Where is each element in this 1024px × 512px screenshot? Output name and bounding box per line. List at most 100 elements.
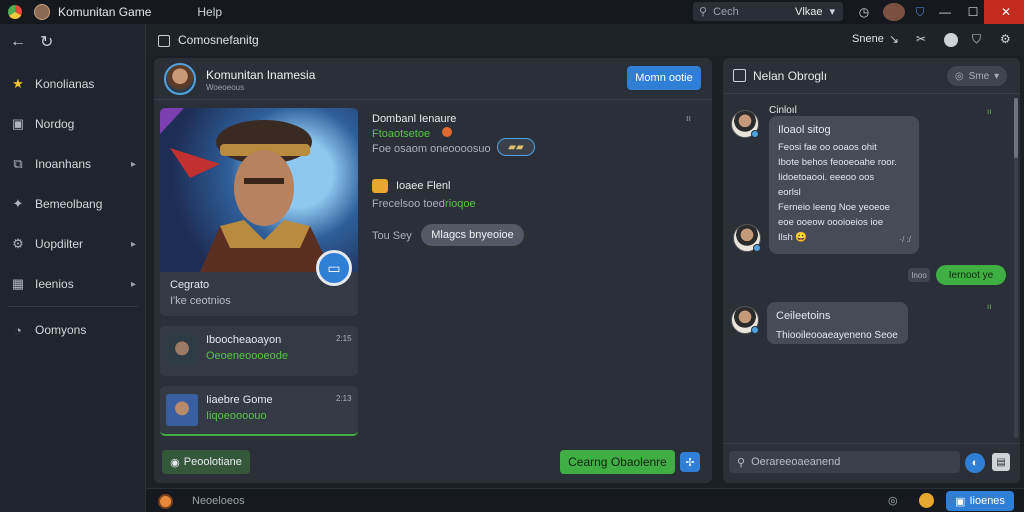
online-indicator <box>751 130 759 138</box>
search-input[interactable]: ⚲ Cech Vlkae ▾ <box>693 2 843 21</box>
app-title: Komunitan Game <box>58 5 152 19</box>
info-detail: Foe osaom oneoooosuo <box>372 143 491 155</box>
chat-panel: Nelan Obroglı ◎ Sme ▾ Cinloıl ıı Iloaol … <box>723 58 1020 483</box>
chevron-right-icon: ▸ <box>130 278 136 290</box>
sidebar-item-label: Oomyons <box>35 323 87 337</box>
chat-window-icon[interactable] <box>733 69 746 82</box>
main-panel: Komunitan Inamesia Woeoeous Momn ootie ▭… <box>154 58 712 483</box>
group-name: Komunitan Inamesia <box>206 68 316 82</box>
sidebar-item-label: Bemeolbang <box>35 197 103 211</box>
collapse-icon[interactable]: ↘ <box>889 32 899 46</box>
pin-icon: ✦ <box>12 196 24 211</box>
grid-icon: ▦ <box>11 276 25 291</box>
filter-button[interactable]: ◉ Peoolotiane <box>162 450 250 474</box>
message-time: ıı <box>987 107 992 116</box>
message-bubble[interactable]: Iloaol sitog Feosi fae oo ooaos ohit Ibo… <box>769 116 919 254</box>
maximize-icon[interactable]: ☐ <box>964 3 982 21</box>
message-line: Ibote behos feooeoahe roor. <box>778 157 897 168</box>
list-item-time: 2:13 <box>336 394 352 403</box>
group-header: Komunitan Inamesia Woeoeous Momn ootie <box>154 58 712 100</box>
message-line: eorlsl <box>778 187 801 198</box>
search-icon: ◎ <box>954 70 964 82</box>
title-bar: Komunitan Game Help ⚲ Cech Vlkae ▾ ◷ ⛉ —… <box>0 0 1024 24</box>
sidebar-item-uopdilter[interactable]: ⚙ Uopdilter ▸ <box>0 230 146 258</box>
online-indicator <box>753 244 761 252</box>
circle-icon: ◉ <box>170 456 180 469</box>
chevron-down-icon[interactable]: ▾ <box>829 5 835 18</box>
minimize-icon[interactable]: — <box>936 3 954 21</box>
attach-icon[interactable]: ▤ <box>992 453 1010 471</box>
menu-help[interactable]: Help <box>197 5 222 19</box>
group-action-button[interactable]: Momn ootie <box>627 66 701 90</box>
message-line: Feosi fae oo ooaos ohit <box>778 142 877 153</box>
trophy-icon <box>372 179 388 193</box>
tools-icon[interactable]: ✂ <box>916 32 926 46</box>
shield-outline-icon[interactable]: ⛉ <box>972 32 981 47</box>
sidebar-item-oomyons[interactable]: ◔ Oomyons <box>0 316 146 344</box>
header-count: ıı <box>686 113 692 123</box>
list-item[interactable]: Iboocheaoayon Oeoeneoooeode 2:15 <box>160 326 358 376</box>
status-icon[interactable] <box>944 33 958 47</box>
image-icon: ▣ <box>11 116 25 131</box>
clock-icon[interactable]: ◷ <box>855 3 873 21</box>
chat-icon: ◔ <box>14 322 22 338</box>
featured-subtitle: I'ke ceotnios <box>170 295 231 307</box>
sidebar-item-label: Inoanhans <box>35 157 92 171</box>
chat-bubble-icon[interactable]: ▭ <box>316 250 352 286</box>
reply-chip[interactable]: Mlagcs bnyeoioe <box>421 224 524 246</box>
group-avatar[interactable] <box>164 63 196 95</box>
group-subtitle: Woeoeous <box>206 83 245 92</box>
list-item[interactable]: Iiaebre Gome Iiqoeoooouo 2:13 <box>160 386 358 436</box>
sidebar-item-inoanhans[interactable]: ⧉ Inoanhans ▸ <box>0 150 146 178</box>
coin-icon[interactable] <box>919 493 934 508</box>
event-status: Irioqoe <box>442 198 476 210</box>
info-title: Dombanl Ienaure <box>372 113 457 125</box>
chat-input[interactable]: ⚲ Oerareeoaeanend <box>729 451 960 473</box>
list-thumbnail <box>166 334 198 366</box>
select-checkbox[interactable] <box>158 35 170 47</box>
shield-icon[interactable]: ⛉ <box>911 3 929 21</box>
sidebar-item-bemeolbang[interactable]: ✦ Bemeolbang <box>0 190 146 218</box>
message-time: ıı <box>987 302 992 311</box>
list-thumbnail <box>166 394 198 426</box>
bottom-action-button[interactable]: ▣ Iioenes <box>946 491 1014 511</box>
list-item-sub: Iiqoeoooouo <box>206 410 267 422</box>
record-icon[interactable]: ◎ <box>888 494 898 507</box>
chat-title: Nelan Obroglı <box>753 69 828 83</box>
list-item-time: 2:15 <box>336 334 352 343</box>
fire-icon <box>442 127 452 137</box>
sidebar-item-konolianas[interactable]: ★ Konolianas <box>0 70 146 98</box>
featured-artwork <box>160 108 358 272</box>
message-bubble[interactable]: Ceileetoins Thiooileooaeayeneno Seoe <box>767 302 908 344</box>
own-message-bubble[interactable]: Iernoot ye <box>936 265 1006 285</box>
message-title: Iloaol sitog <box>778 124 831 136</box>
search-icon: ⚲ <box>737 456 746 469</box>
event-title: Ioaee Flenl <box>396 180 451 192</box>
chevron-down-icon: ▾ <box>994 70 1000 82</box>
close-icon[interactable]: ✕ <box>984 0 1024 24</box>
bottom-action-label: Iioenes <box>969 495 1005 507</box>
chat-scroll-thumb[interactable] <box>1014 98 1018 158</box>
bottom-input[interactable]: Neoeloeos <box>192 495 245 507</box>
message-time: ·/ :/ <box>899 235 911 244</box>
refresh-icon[interactable]: ↻ <box>40 32 53 52</box>
featured-title: Cegrato <box>170 279 210 291</box>
featured-card[interactable]: ▭ Cegrato I'ke ceotnios <box>160 108 358 316</box>
create-game-button[interactable]: Cearng Obaolenre <box>560 450 675 474</box>
star-icon: ★ <box>12 76 24 91</box>
gear-icon: ⚙ <box>12 236 24 251</box>
user-avatar[interactable] <box>34 4 50 20</box>
chat-filter-chip[interactable]: ◎ Sme ▾ <box>947 66 1007 86</box>
pin-button-icon[interactable]: ✢ <box>680 452 700 472</box>
settings-icon[interactable]: ⚙ <box>1000 32 1011 46</box>
content-header-label: Snene <box>852 33 884 45</box>
game-tag-icon[interactable]: ▰▰ <box>497 138 535 156</box>
bottom-avatar[interactable] <box>158 494 173 509</box>
chat-filter-label: Sme <box>968 70 990 82</box>
sidebar-item-label: Konolianas <box>35 77 95 91</box>
profile-avatar[interactable] <box>883 3 905 21</box>
back-arrow-icon[interactable]: ← <box>10 33 26 51</box>
emoji-icon[interactable]: ◐ <box>965 453 985 473</box>
sidebar-item-ieenios[interactable]: ▦ Ieenios ▸ <box>0 270 146 298</box>
sidebar-item-nordog[interactable]: ▣ Nordog <box>0 110 146 138</box>
